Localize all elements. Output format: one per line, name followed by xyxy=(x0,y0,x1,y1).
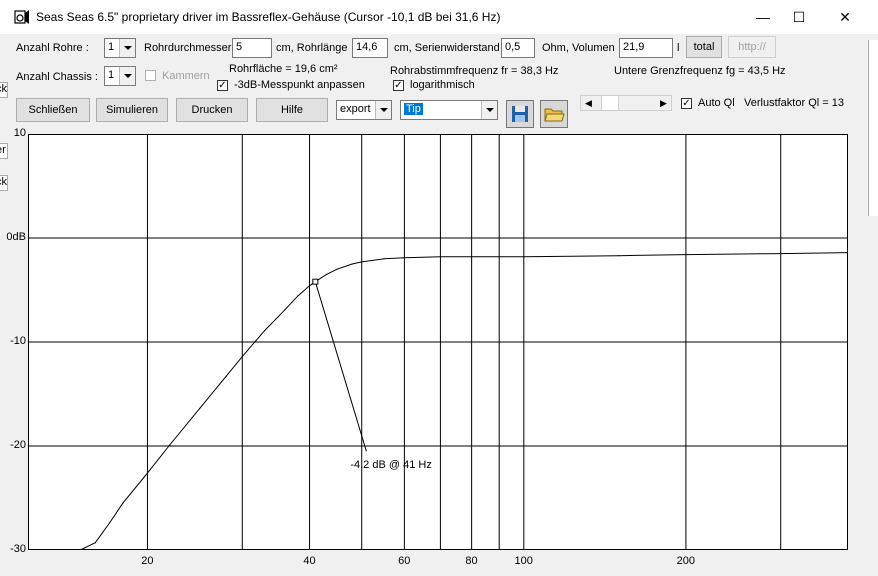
data-point xyxy=(403,257,405,259)
auto-ql-label: Auto Ql xyxy=(698,97,735,109)
data-point xyxy=(685,254,687,256)
data-point xyxy=(336,268,338,270)
anzahl-chassis-select[interactable]: 1 xyxy=(104,66,136,86)
chevron-down-icon xyxy=(119,39,135,57)
open-folder-icon xyxy=(544,108,565,122)
serienwiderstand-input[interactable]: 0,5 xyxy=(501,38,535,58)
grenzfrequenz-text: Untere Grenzfrequenz fg = 43,5 Hz xyxy=(614,65,786,77)
x-tick-label: 100 xyxy=(514,555,533,567)
minimize-icon: — xyxy=(756,9,770,25)
anzahl-rohre-label: Anzahl Rohre : xyxy=(16,42,89,54)
data-point xyxy=(308,285,311,287)
background-window-edge xyxy=(868,40,878,216)
data-point xyxy=(523,256,525,258)
frequency-response-chart xyxy=(28,134,848,550)
messpunkt-checkbox[interactable]: ✓ xyxy=(217,80,228,91)
data-point xyxy=(383,258,385,260)
kammern-label: Kammern xyxy=(162,70,210,82)
cursor-annotation: -4,2 dB @ 41 Hz xyxy=(350,459,432,472)
anzahl-rohre-select[interactable]: 1 xyxy=(104,38,136,58)
floppy-disk-icon xyxy=(512,106,528,122)
data-point xyxy=(471,256,473,258)
title-bar: Seas Seas 6.5" proprietary driver im Bas… xyxy=(0,0,878,34)
speaker-app-icon xyxy=(14,10,29,24)
volumen-input[interactable]: 21,9 xyxy=(619,38,673,58)
data-point xyxy=(780,253,782,255)
x-tick-label: 40 xyxy=(303,555,316,567)
x-tick-label: 200 xyxy=(676,555,695,567)
chevron-down-icon xyxy=(119,67,135,85)
data-point xyxy=(108,522,111,524)
scroll-thumb[interactable] xyxy=(601,95,619,111)
x-tick-label: 80 xyxy=(465,555,478,567)
close-button[interactable]: ✕ xyxy=(822,0,868,34)
data-point xyxy=(618,255,620,257)
data-point xyxy=(351,263,353,265)
main-window: Seas Seas 6.5" proprietary driver im Bas… xyxy=(0,0,878,576)
serienwiderstand-label: cm, Serienwiderstand xyxy=(394,42,500,54)
data-point xyxy=(361,261,363,263)
rohrlaenge-input[interactable]: 14,6 xyxy=(352,38,388,58)
cursor-leader-line xyxy=(314,281,367,452)
data-point xyxy=(263,329,266,332)
cursor-marker xyxy=(312,278,319,285)
maximize-icon: ☐ xyxy=(792,8,806,25)
rohrflaeche-text: Rohrfläche = 19,6 cm² xyxy=(229,63,338,75)
data-point xyxy=(146,472,149,474)
scroll-right-icon[interactable]: ▶ xyxy=(656,96,671,110)
logarithmisch-label: logarithmisch xyxy=(410,79,475,91)
data-point xyxy=(199,407,201,410)
data-point xyxy=(296,295,299,297)
total-button[interactable]: total xyxy=(686,36,722,58)
y-tick-label: 10 xyxy=(13,127,26,139)
auto-ql-checkbox[interactable]: ✓ xyxy=(681,98,692,109)
http-button[interactable]: http:// xyxy=(728,36,776,58)
x-tick-label: 20 xyxy=(141,555,154,567)
open-button[interactable] xyxy=(540,100,568,128)
x-tick-label: 60 xyxy=(398,555,411,567)
y-tick-label: -30 xyxy=(10,543,26,555)
close-icon: ✕ xyxy=(839,8,851,25)
rohrdurchmesser-label: Rohrdurchmesser xyxy=(144,42,232,54)
hilfe-button[interactable]: Hilfe xyxy=(256,98,328,122)
window-title: Seas Seas 6.5" proprietary driver im Bas… xyxy=(36,10,501,24)
anzahl-chassis-label: Anzahl Chassis : xyxy=(16,71,98,83)
save-button[interactable] xyxy=(506,100,534,128)
scroll-left-icon[interactable]: ◀ xyxy=(581,96,596,110)
volumen-label: Ohm, Volumen xyxy=(542,42,615,54)
data-point xyxy=(169,444,171,446)
chevron-down-icon xyxy=(481,101,497,119)
horizontal-scrollbar[interactable]: ◀ ▶ xyxy=(580,95,672,111)
data-point xyxy=(225,375,227,377)
volumen-unit: l xyxy=(677,42,680,54)
data-point xyxy=(94,542,96,544)
data-point xyxy=(284,309,286,311)
abstimmfrequenz-text: Rohrabstimmfrequenz fr = 38,3 Hz xyxy=(390,65,559,77)
simulieren-button[interactable]: Simulieren xyxy=(96,98,168,122)
background-window-edge: ck xyxy=(0,175,8,191)
data-point xyxy=(122,502,124,504)
maximize-button[interactable]: ☐ xyxy=(776,0,822,34)
rohrdurchmesser-input[interactable]: 5 xyxy=(232,38,272,58)
kammern-checkbox[interactable] xyxy=(145,70,156,81)
verlustfaktor-text: Verlustfaktor Ql = 13 xyxy=(744,97,844,109)
logarithmisch-checkbox[interactable]: ✓ xyxy=(393,80,404,91)
y-tick-label: -20 xyxy=(10,439,26,451)
chevron-down-icon xyxy=(375,101,391,119)
drucken-button[interactable]: Drucken xyxy=(176,98,248,122)
data-point xyxy=(325,273,328,275)
data-point xyxy=(241,355,243,358)
background-window-edge: er xyxy=(0,143,8,159)
response-curve xyxy=(79,252,848,550)
messpunkt-label: -3dB-Messpunkt anpassen xyxy=(234,79,365,91)
y-tick-label: 0dB xyxy=(6,231,26,243)
chart-area[interactable] xyxy=(28,134,848,550)
tip-select[interactable]: Tip xyxy=(400,100,498,120)
background-window-edge: ck xyxy=(0,82,8,98)
y-tick-label: -10 xyxy=(10,335,26,347)
export-select[interactable]: export xyxy=(336,100,392,120)
rohrlaenge-label: cm, Rohrlänge xyxy=(276,42,348,54)
schliessen-button[interactable]: Schließen xyxy=(16,98,90,122)
data-point xyxy=(439,256,442,258)
